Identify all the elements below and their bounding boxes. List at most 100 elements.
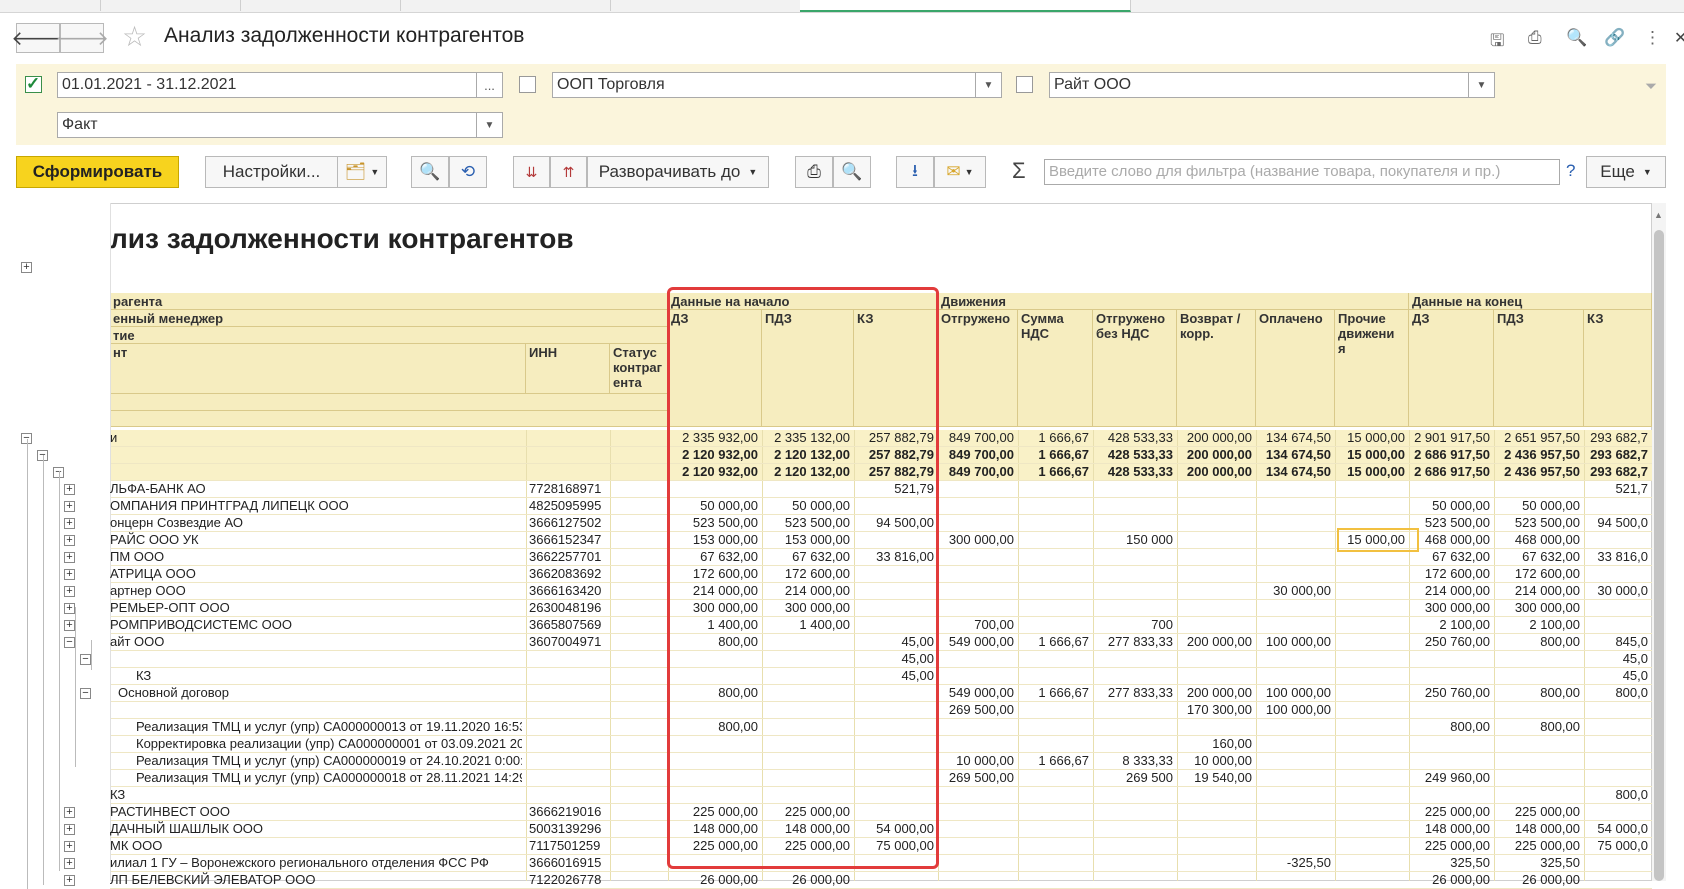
row-value[interactable] bbox=[1016, 770, 1089, 786]
row-value[interactable]: 8 333,33 bbox=[1091, 753, 1173, 769]
row-name[interactable]: Основной договор bbox=[118, 685, 522, 701]
row-value[interactable] bbox=[936, 719, 1014, 735]
row-name[interactable]: Реализация ТМЦ и услуг (упр) СА000000013… bbox=[136, 719, 522, 735]
row-name[interactable]: КЗ bbox=[110, 787, 522, 803]
expand-row-toggle[interactable]: + bbox=[64, 569, 75, 580]
row-value[interactable] bbox=[1254, 736, 1331, 752]
row-value[interactable] bbox=[1091, 583, 1173, 599]
row-value[interactable]: 33 816,0 bbox=[1582, 549, 1648, 565]
row-value[interactable] bbox=[1254, 566, 1331, 582]
row-value[interactable]: 549 000,00 bbox=[936, 685, 1014, 701]
row-value[interactable] bbox=[1333, 566, 1405, 582]
row-value[interactable]: 2 436 957,50 bbox=[1492, 447, 1580, 463]
row-value[interactable] bbox=[1175, 583, 1252, 599]
row-value[interactable] bbox=[1175, 600, 1252, 616]
row-value[interactable]: 67 632,00 bbox=[1407, 549, 1490, 565]
row-value[interactable] bbox=[936, 838, 1014, 854]
row-value[interactable] bbox=[1175, 787, 1252, 803]
row-value[interactable]: 134 674,50 bbox=[1254, 447, 1331, 463]
row-value[interactable]: 26 000,00 bbox=[1492, 872, 1580, 888]
row-value[interactable]: 269 500 bbox=[1091, 770, 1173, 786]
row-name[interactable]: ДАЧНЫЙ ШАШЛЫК ООО bbox=[110, 821, 522, 837]
row-value[interactable] bbox=[1333, 855, 1405, 871]
row-value[interactable] bbox=[1016, 498, 1089, 514]
row-inn[interactable]: 3662083692 bbox=[529, 566, 601, 582]
row-value[interactable]: 293 682,7 bbox=[1582, 430, 1648, 446]
row-value[interactable]: 30 000,00 bbox=[1254, 583, 1331, 599]
row-value[interactable] bbox=[1091, 498, 1173, 514]
row-value[interactable] bbox=[936, 583, 1014, 599]
row-value[interactable] bbox=[1175, 855, 1252, 871]
row-value[interactable] bbox=[936, 787, 1014, 803]
row-value[interactable]: 19 540,00 bbox=[1175, 770, 1252, 786]
row-value[interactable] bbox=[1016, 600, 1089, 616]
row-value[interactable] bbox=[1333, 753, 1405, 769]
row-value[interactable]: 325,50 bbox=[1407, 855, 1490, 871]
row-name[interactable] bbox=[110, 651, 522, 667]
row-value[interactable]: 50 000,00 bbox=[1407, 498, 1490, 514]
generate-button[interactable]: Сформировать bbox=[16, 156, 179, 188]
row-value[interactable] bbox=[1254, 804, 1331, 820]
scenario-field[interactable]: Факт bbox=[57, 112, 477, 138]
row-value[interactable] bbox=[1492, 787, 1580, 803]
row-value[interactable] bbox=[1091, 838, 1173, 854]
row-value[interactable] bbox=[1407, 736, 1490, 752]
row-name[interactable] bbox=[118, 702, 522, 718]
row-value[interactable]: 293 682,7 bbox=[1582, 447, 1648, 463]
row-name[interactable]: айт ООО bbox=[110, 634, 522, 650]
row-value[interactable] bbox=[1016, 583, 1089, 599]
row-value[interactable] bbox=[1333, 498, 1405, 514]
send-email-button[interactable]: ✉ ▼ bbox=[934, 156, 986, 188]
row-value[interactable] bbox=[1254, 719, 1331, 735]
row-value[interactable] bbox=[1175, 566, 1252, 582]
row-inn[interactable]: 4825095995 bbox=[529, 498, 601, 514]
row-value[interactable] bbox=[1492, 668, 1580, 684]
row-value[interactable] bbox=[1016, 566, 1089, 582]
row-value[interactable] bbox=[1333, 481, 1405, 497]
row-value[interactable] bbox=[1582, 498, 1648, 514]
row-value[interactable] bbox=[1333, 838, 1405, 854]
row-inn[interactable]: 7117501259 bbox=[529, 838, 600, 854]
row-value[interactable] bbox=[1582, 753, 1648, 769]
row-value[interactable]: 100 000,00 bbox=[1254, 634, 1331, 650]
row-value[interactable] bbox=[1407, 651, 1490, 667]
row-value[interactable] bbox=[1175, 651, 1252, 667]
scrollbar-thumb[interactable] bbox=[1654, 230, 1664, 881]
row-value[interactable]: 200 000,00 bbox=[1175, 464, 1252, 480]
row-value[interactable] bbox=[1175, 617, 1252, 633]
row-value[interactable] bbox=[936, 498, 1014, 514]
row-name[interactable]: ОМПАНИЯ ПРИНТГРАД ЛИПЕЦК ООО bbox=[110, 498, 522, 514]
row-value[interactable]: 214 000,00 bbox=[1492, 583, 1580, 599]
row-value[interactable] bbox=[1016, 617, 1089, 633]
row-name[interactable]: ЛЬФА-БАНК АО bbox=[110, 481, 522, 497]
row-value[interactable]: 134 674,50 bbox=[1254, 430, 1331, 446]
row-name[interactable]: КЗ bbox=[136, 668, 522, 684]
row-name[interactable]: РЕМЬЕР-ОПТ ООО bbox=[110, 600, 522, 616]
row-value[interactable] bbox=[936, 855, 1014, 871]
favorite-star-icon[interactable]: ☆ bbox=[122, 20, 147, 53]
row-value[interactable] bbox=[1492, 736, 1580, 752]
row-value[interactable] bbox=[1333, 617, 1405, 633]
row-value[interactable] bbox=[1254, 872, 1331, 888]
row-value[interactable] bbox=[1016, 872, 1089, 888]
row-value[interactable] bbox=[1091, 804, 1173, 820]
row-value[interactable] bbox=[1091, 651, 1173, 667]
more-vertical-icon[interactable]: ⋮ bbox=[1644, 28, 1661, 48]
row-value[interactable] bbox=[1333, 719, 1405, 735]
row-value[interactable] bbox=[1254, 549, 1331, 565]
row-value[interactable] bbox=[1175, 719, 1252, 735]
print-icon[interactable]: ⎙ bbox=[1528, 28, 1542, 48]
link-icon[interactable]: 🔗 bbox=[1604, 28, 1625, 48]
row-value[interactable]: 277 833,33 bbox=[1091, 634, 1173, 650]
row-value[interactable]: 225 000,00 bbox=[1492, 804, 1580, 820]
row-value[interactable] bbox=[1175, 838, 1252, 854]
row-value[interactable]: 250 760,00 bbox=[1407, 685, 1490, 701]
row-value[interactable]: 2 651 957,50 bbox=[1492, 430, 1580, 446]
help-link[interactable]: ? bbox=[1566, 161, 1575, 181]
expand-row-toggle[interactable]: + bbox=[64, 501, 75, 512]
row-value[interactable]: 1 666,67 bbox=[1016, 634, 1089, 650]
row-value[interactable]: 30 000,0 bbox=[1582, 583, 1648, 599]
row-value[interactable] bbox=[1492, 770, 1580, 786]
row-inn[interactable]: 3662257701 bbox=[529, 549, 601, 565]
row-inn[interactable]: 3666016915 bbox=[529, 855, 601, 871]
